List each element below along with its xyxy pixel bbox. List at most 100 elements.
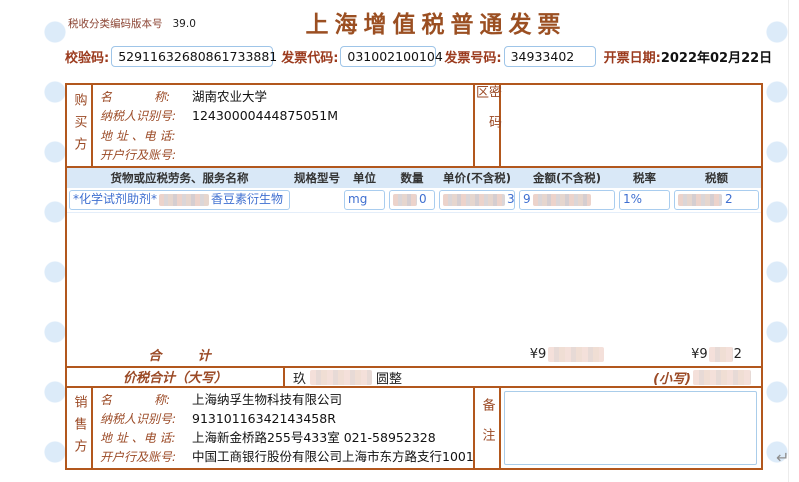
- password-zone-label: 密码区: [474, 85, 500, 166]
- redaction-patch: [709, 347, 733, 362]
- redaction-patch: [393, 194, 417, 206]
- item-amount-cell: 9: [517, 190, 617, 210]
- totals-row: 合 计 ¥9 ¥9 2: [67, 342, 761, 366]
- sum-small-label: (小写): [653, 368, 691, 387]
- redaction-patch: [310, 370, 372, 385]
- seller-party-cell: 销售方: [67, 388, 93, 468]
- total-amount-visible: ¥9: [530, 347, 547, 362]
- redaction-patch: [443, 194, 505, 206]
- invoice-number-input[interactable]: 34933402: [504, 46, 596, 67]
- redaction-patch: [678, 194, 722, 206]
- remark-input[interactable]: [504, 391, 757, 465]
- sum-capital-char: 玖: [293, 368, 306, 387]
- seller-taxid-label: 纳税人识别号:: [100, 409, 192, 428]
- totals-label: 合 计: [67, 345, 292, 364]
- buyer-taxid-label: 纳税人识别号:: [100, 106, 192, 125]
- item-unit-cell: mg: [342, 190, 387, 210]
- invoice-key-fields: 校验码: 52911632680861733881 发票代码: 03100210…: [65, 44, 785, 68]
- buyer-taxid-value: 12430000444875051M: [192, 108, 338, 123]
- remark-cell: 备注: [475, 388, 501, 468]
- password-zone-area: [501, 85, 761, 166]
- item-name-input[interactable]: *化学试剂助剂* 香豆素衍生物: [69, 190, 290, 210]
- buyer-party-label: 购买方: [73, 93, 86, 159]
- item-tax-visible: 2: [725, 192, 733, 206]
- total-tax: ¥9 2: [672, 347, 761, 362]
- total-amount: ¥9: [517, 347, 617, 362]
- seller-bank-value: 中国工商银行股份有限公司上海市东方路支行10011: [192, 449, 473, 464]
- page-edge-divider: [788, 0, 789, 482]
- decor-dots-right: [766, 0, 788, 482]
- item-amount-input[interactable]: 9: [519, 190, 615, 210]
- invoice-code-input[interactable]: 031002100104: [340, 46, 436, 67]
- sum-small-text: (小写): [653, 368, 751, 387]
- check-code-label: 校验码:: [65, 47, 109, 66]
- item-amount-visible: 9: [523, 192, 531, 206]
- buyer-party-cell: 购买方: [67, 85, 93, 166]
- col-header-qty: 数量: [387, 168, 437, 188]
- col-header-spec: 规格型号: [292, 168, 342, 188]
- buyer-bank-row: 开户行及账号:: [100, 145, 473, 164]
- sum-capital-suffix: 圆整: [376, 368, 402, 387]
- item-price-input[interactable]: 3: [439, 190, 515, 210]
- check-code-input[interactable]: 52911632680861733881: [111, 46, 273, 67]
- seller-party-label: 销售方: [73, 395, 86, 461]
- seller-name-value: 上海纳孚生物科技有限公司: [192, 392, 342, 407]
- seller-bank-row: 开户行及账号: 中国工商银行股份有限公司上海市东方路支行10011: [100, 447, 473, 466]
- item-price-visible: 3: [507, 192, 515, 206]
- seller-taxid-value: 91310116342143458R: [192, 411, 336, 426]
- buyer-address-row: 地 址 、电 话:: [100, 126, 473, 145]
- item-taxamount-cell: 2: [672, 190, 761, 210]
- invoice-code-label: 发票代码:: [281, 47, 338, 66]
- invoice-body: 购买方 名 称: 湖南农业大学 纳税人识别号: 1243000044487505…: [65, 83, 763, 470]
- invoice-verification-page: ↵ 税收分类编码版本号39.0 上海增值税普通发票 校验码: 529116326…: [0, 0, 799, 482]
- buyer-taxid-row: 纳税人识别号: 12430000444875051M: [100, 106, 473, 125]
- col-header-taxrate: 税率: [617, 168, 672, 188]
- sum-in-words-row: 价税合计（大写） 玖 圆整 (小写): [65, 366, 763, 388]
- invoice-date-label: 开票日期:: [604, 47, 661, 66]
- password-zone-cell: 密码区: [475, 85, 501, 166]
- item-qty-cell: 0: [387, 190, 437, 210]
- item-qty-visible: 0: [419, 192, 427, 206]
- seller-address-label: 地 址 、电 话:: [100, 428, 192, 447]
- decor-dots-left: [44, 0, 66, 482]
- redaction-patch: [548, 347, 604, 362]
- remark-label: 备注: [481, 398, 494, 458]
- redaction-patch: [693, 370, 751, 385]
- total-tax-suffix: 2: [734, 347, 742, 362]
- redaction-patch: [159, 194, 209, 206]
- item-unit-input[interactable]: mg: [344, 190, 385, 210]
- items-table: 货物或应税劳务、服务名称 规格型号 单位 数量 单价(不含税) 金额(不含税) …: [65, 166, 763, 368]
- item-row: *化学试剂助剂* 香豆素衍生物 mg 0 3: [67, 188, 761, 213]
- items-header-row: 货物或应税劳务、服务名称 规格型号 单位 数量 单价(不含税) 金额(不含税) …: [67, 168, 761, 188]
- buyer-address-label: 地 址 、电 话:: [100, 126, 192, 145]
- seller-name-row: 名 称: 上海纳孚生物科技有限公司: [100, 390, 473, 409]
- col-header-name: 货物或应税劳务、服务名称: [67, 168, 292, 188]
- seller-address-value: 上海新金桥路255号433室 021-58952328: [192, 430, 436, 445]
- buyer-name-row: 名 称: 湖南农业大学: [100, 87, 473, 106]
- seller-fields: 名 称: 上海纳孚生物科技有限公司 纳税人识别号: 91310116342143…: [93, 388, 475, 468]
- item-price-cell: 3: [437, 190, 517, 210]
- col-header-taxamount: 税额: [672, 168, 761, 188]
- col-header-price: 单价(不含税): [437, 168, 517, 188]
- item-taxrate-input[interactable]: 1%: [619, 190, 670, 210]
- item-qty-input[interactable]: 0: [389, 190, 435, 210]
- buyer-section: 购买方 名 称: 湖南农业大学 纳税人识别号: 1243000044487505…: [65, 83, 763, 168]
- item-taxamount-input[interactable]: 2: [674, 190, 759, 210]
- invoice-date-value: 2022年02月22日: [661, 47, 772, 66]
- seller-bank-label: 开户行及账号:: [100, 447, 192, 466]
- item-name-prefix: *化学试剂助剂*: [73, 192, 157, 206]
- invoice-title: 上海增值税普通发票: [87, 5, 785, 39]
- col-header-unit: 单位: [342, 168, 387, 188]
- invoice-number-label: 发票号码:: [444, 47, 501, 66]
- item-name-suffix: 香豆素衍生物: [211, 192, 283, 206]
- seller-address-row: 地 址 、电 话: 上海新金桥路255号433室 021-58952328: [100, 428, 473, 447]
- total-tax-prefix: ¥9: [691, 347, 708, 362]
- buyer-name-label: 名 称:: [100, 87, 192, 106]
- seller-taxid-row: 纳税人识别号: 91310116342143458R: [100, 409, 473, 428]
- buyer-fields: 名 称: 湖南农业大学 纳税人识别号: 12430000444875051M 地…: [93, 85, 475, 166]
- item-name-cell: *化学试剂助剂* 香豆素衍生物: [67, 190, 292, 210]
- col-header-amount: 金额(不含税): [517, 168, 617, 188]
- sum-in-words-label: 价税合计（大写）: [67, 368, 285, 386]
- return-arrow-icon[interactable]: ↵: [776, 448, 789, 467]
- seller-name-label: 名 称:: [100, 390, 192, 409]
